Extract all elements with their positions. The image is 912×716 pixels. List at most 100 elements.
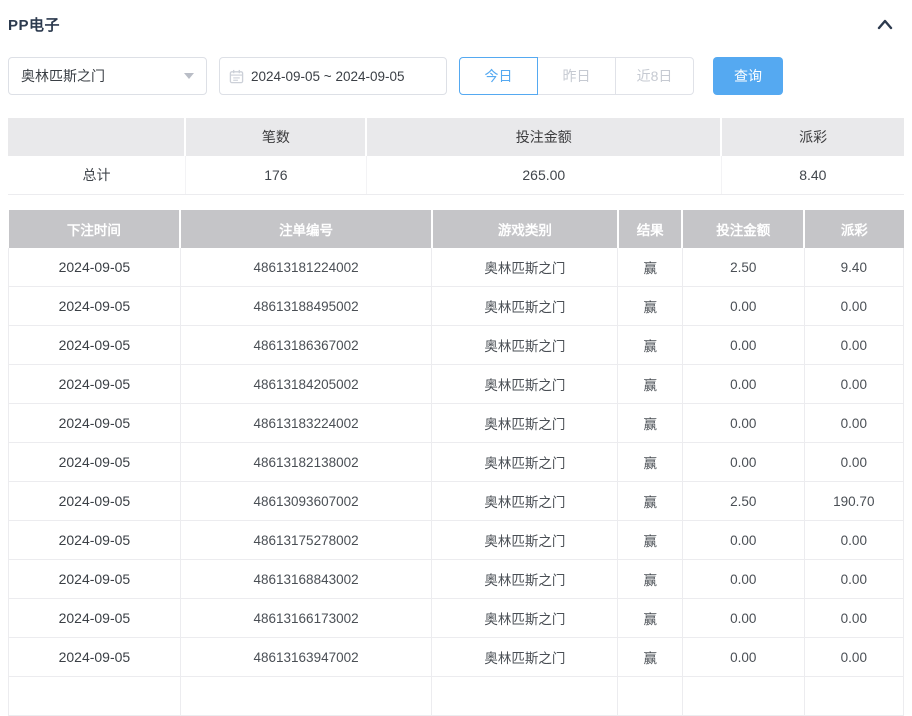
table-cell: 奥林匹斯之门 (432, 560, 618, 599)
table-cell: 2024-09-05 (9, 287, 181, 326)
table-cell: 2024-09-05 (9, 638, 181, 677)
table-cell: 0.00 (804, 560, 903, 599)
table-cell: 2024-09-05 (9, 443, 181, 482)
query-button[interactable]: 查询 (713, 57, 783, 95)
table-cell: 48613093607002 (180, 482, 431, 521)
table-cell: 奥林匹斯之门 (432, 638, 618, 677)
today-button[interactable]: 今日 (459, 57, 538, 95)
table-cell: 奥林匹斯之门 (432, 404, 618, 443)
summary-header-empty (8, 118, 185, 156)
header-bet-amount: 投注金额 (682, 210, 804, 248)
date-range-input[interactable]: 2024-09-05 ~ 2024-09-05 (219, 57, 447, 95)
table-cell: 0.00 (804, 365, 903, 404)
table-cell (682, 677, 804, 716)
last-8-days-button[interactable]: 近8日 (615, 57, 694, 95)
table-cell (9, 677, 181, 716)
table-cell: 赢 (618, 326, 682, 365)
table-cell: 0.00 (804, 638, 903, 677)
table-cell: 奥林匹斯之门 (432, 443, 618, 482)
table-cell: 赢 (618, 443, 682, 482)
table-cell: 0.00 (804, 443, 903, 482)
table-cell: 190.70 (804, 482, 903, 521)
table-cell: 0.00 (804, 287, 903, 326)
table-cell: 奥林匹斯之门 (432, 326, 618, 365)
calendar-icon (229, 69, 244, 84)
table-row: 2024-09-0548613188495002奥林匹斯之门赢0.000.00 (9, 287, 904, 326)
table-cell: 48613182138002 (180, 443, 431, 482)
table-cell (618, 677, 682, 716)
table-cell: 2024-09-05 (9, 404, 181, 443)
table-cell: 0.00 (682, 404, 804, 443)
pp-electronic-panel: PP电子 奥林匹斯之门 (0, 14, 912, 716)
table-cell: 赢 (618, 248, 682, 287)
summary-table: 笔数 投注金额 派彩 总计 176 265.00 8.40 (8, 118, 904, 195)
table-cell: 2024-09-05 (9, 482, 181, 521)
table-cell: 奥林匹斯之门 (432, 482, 618, 521)
table-cell: 赢 (618, 638, 682, 677)
table-cell: 赢 (618, 404, 682, 443)
table-row: 2024-09-0548613168843002奥林匹斯之门赢0.000.00 (9, 560, 904, 599)
table-cell: 9.40 (804, 248, 903, 287)
table-cell: 2.50 (682, 248, 804, 287)
table-cell: 0.00 (682, 521, 804, 560)
header-payout: 派彩 (804, 210, 903, 248)
table-cell: 赢 (618, 287, 682, 326)
header-bet-time: 下注时间 (9, 210, 181, 248)
table-cell: 奥林匹斯之门 (432, 287, 618, 326)
summary-total-count: 176 (185, 156, 366, 195)
chevron-down-icon (184, 73, 194, 79)
table-cell: 赢 (618, 482, 682, 521)
yesterday-button[interactable]: 昨日 (537, 57, 616, 95)
table-cell: 赢 (618, 521, 682, 560)
table-cell: 0.00 (682, 443, 804, 482)
panel-header: PP电子 (8, 14, 904, 34)
table-row: 2024-09-0548613182138002奥林匹斯之门赢0.000.00 (9, 443, 904, 482)
table-cell: 2024-09-05 (9, 599, 181, 638)
table-cell: 0.00 (682, 560, 804, 599)
table-cell: 0.00 (804, 521, 903, 560)
table-cell: 48613188495002 (180, 287, 431, 326)
table-cell (804, 677, 903, 716)
quick-range-group: 今日 昨日 近8日 (459, 57, 694, 95)
date-range-value: 2024-09-05 ~ 2024-09-05 (251, 69, 405, 84)
table-cell: 赢 (618, 365, 682, 404)
table-cell: 0.00 (682, 599, 804, 638)
table-cell (180, 677, 431, 716)
summary-total-payout: 8.40 (721, 156, 904, 195)
table-cell: 0.00 (804, 404, 903, 443)
table-cell: 2024-09-05 (9, 560, 181, 599)
bet-records-table: 下注时间 注单编号 游戏类别 结果 投注金额 派彩 2024-09-054861… (8, 210, 904, 716)
table-row: 2024-09-0548613166173002奥林匹斯之门赢0.000.00 (9, 599, 904, 638)
table-row: 2024-09-0548613183224002奥林匹斯之门赢0.000.00 (9, 404, 904, 443)
table-cell: 48613166173002 (180, 599, 431, 638)
table-cell: 0.00 (682, 638, 804, 677)
table-cell: 0.00 (682, 287, 804, 326)
summary-total-row: 总计 176 265.00 8.40 (8, 156, 904, 195)
table-cell: 48613168843002 (180, 560, 431, 599)
game-select[interactable]: 奥林匹斯之门 (8, 57, 207, 95)
table-row: 2024-09-0548613184205002奥林匹斯之门赢0.000.00 (9, 365, 904, 404)
filter-controls: 奥林匹斯之门 2024-09-05 ~ 2024-09-05 今日 昨日 近8日 (8, 57, 904, 95)
summary-header-count: 笔数 (185, 118, 366, 156)
table-cell: 0.00 (682, 365, 804, 404)
table-cell: 2024-09-05 (9, 248, 181, 287)
chevron-up-icon (875, 17, 895, 31)
detail-table-body: 2024-09-0548613181224002奥林匹斯之门赢2.509.402… (9, 248, 904, 716)
table-cell (432, 677, 618, 716)
table-cell: 48613181224002 (180, 248, 431, 287)
table-cell: 0.00 (804, 599, 903, 638)
table-cell: 2.50 (682, 482, 804, 521)
table-row: 2024-09-0548613163947002奥林匹斯之门赢0.000.00 (9, 638, 904, 677)
header-result: 结果 (618, 210, 682, 248)
table-cell: 奥林匹斯之门 (432, 521, 618, 560)
collapse-panel-button[interactable] (874, 14, 896, 34)
table-row: 2024-09-0548613186367002奥林匹斯之门赢0.000.00 (9, 326, 904, 365)
table-cell: 奥林匹斯之门 (432, 599, 618, 638)
detail-header-row: 下注时间 注单编号 游戏类别 结果 投注金额 派彩 (9, 210, 904, 248)
table-row-partial (9, 677, 904, 716)
table-cell: 48613186367002 (180, 326, 431, 365)
summary-header-row: 笔数 投注金额 派彩 (8, 118, 904, 156)
table-row: 2024-09-0548613093607002奥林匹斯之门赢2.50190.7… (9, 482, 904, 521)
summary-header-bet-amount: 投注金额 (366, 118, 721, 156)
table-cell: 0.00 (682, 326, 804, 365)
